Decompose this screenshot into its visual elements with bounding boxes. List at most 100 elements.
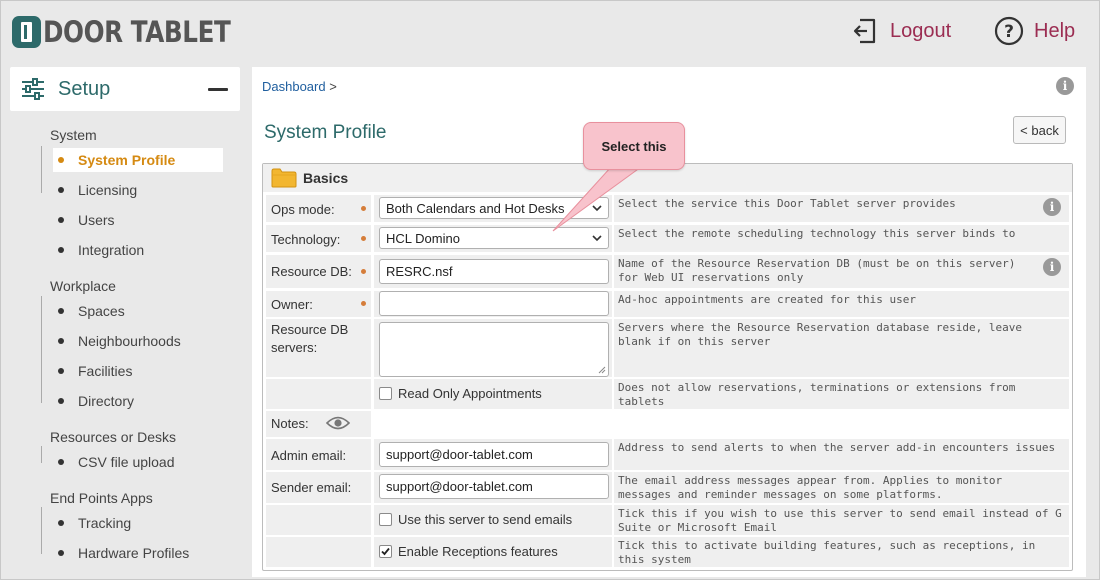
sender-email-desc: The email address messages appear from. …: [614, 472, 1069, 503]
ops-mode-label-text: Ops mode:: [271, 202, 335, 217]
resource-db-row: Resource DB: RESRC.nsf Name of the Resou…: [266, 255, 1069, 288]
receptions-row: Enable Receptions features Tick this to …: [266, 537, 1069, 567]
sidebar-item-system-profile[interactable]: System Profile: [53, 148, 223, 172]
sidebar-item-tracking[interactable]: Tracking: [53, 511, 131, 535]
page-title: System Profile: [264, 122, 387, 143]
folder-icon: [271, 168, 297, 188]
send-emails-desc: Tick this if you wish to use this server…: [614, 505, 1069, 535]
admin-email-label: Admin email:: [266, 439, 371, 470]
resource-db-servers-row: Resource DB servers: Servers where the R…: [266, 319, 1069, 377]
back-button[interactable]: < back: [1013, 116, 1066, 144]
bullet-icon: [58, 187, 64, 193]
technology-select[interactable]: HCL Domino: [379, 227, 609, 249]
sidebar-item-label: System Profile: [78, 152, 176, 168]
owner-row: Owner: Ad-hoc appointments are created f…: [266, 291, 1069, 317]
sidebar-item-directory[interactable]: Directory: [53, 389, 134, 413]
send-emails-checkbox[interactable]: Use this server to send emails: [379, 512, 572, 527]
ops-mode-row: Ops mode: Both Calendars and Hot Desks S…: [266, 195, 1069, 222]
chevron-down-icon: [592, 235, 602, 242]
receptions-checkbox-label: Enable Receptions features: [398, 544, 558, 559]
resource-db-label-text: Resource DB:: [271, 264, 352, 279]
owner-desc: Ad-hoc appointments are created for this…: [614, 291, 1069, 317]
ops-mode-select[interactable]: Both Calendars and Hot Desks: [379, 197, 609, 219]
sidebar-item-facilities[interactable]: Facilities: [53, 359, 132, 383]
ops-mode-cell: Both Calendars and Hot Desks: [374, 195, 612, 222]
setup-panel-header[interactable]: Setup: [10, 67, 240, 111]
technology-desc-text: Select the remote scheduling technology …: [618, 227, 1016, 240]
read-only-label-cell: [266, 379, 371, 409]
owner-desc-text: Ad-hoc appointments are created for this…: [618, 293, 917, 306]
section-system: System: [50, 127, 97, 143]
bullet-icon: [58, 459, 64, 465]
send-emails-row: Use this server to send emails Tick this…: [266, 505, 1069, 535]
help-label: Help: [1034, 19, 1076, 42]
admin-email-desc: Address to send alerts to when the serve…: [614, 439, 1069, 470]
bullet-icon: [58, 217, 64, 223]
resource-db-label: Resource DB:: [266, 255, 371, 288]
sidebar-item-neighbourhoods[interactable]: Neighbourhoods: [53, 329, 181, 353]
sender-email-input[interactable]: support@door-tablet.com: [379, 474, 609, 499]
technology-value: HCL Domino: [386, 230, 460, 246]
door-tablet-logo[interactable]: DOOR TABLET: [12, 15, 263, 49]
sidebar-item-hardware-profiles[interactable]: Hardware Profiles: [53, 541, 189, 565]
notes-label-cell: Notes:: [266, 411, 371, 437]
required-dot: [361, 236, 366, 241]
owner-label-text: Owner:: [271, 297, 313, 312]
admin-email-label-text: Admin email:: [271, 448, 347, 463]
basics-title: Basics: [303, 170, 349, 186]
logout-link[interactable]: Logout: [850, 15, 951, 47]
read-only-checkbox[interactable]: Read Only Appointments: [379, 386, 542, 401]
technology-label-text: Technology:: [271, 232, 341, 247]
breadcrumb-separator: >: [329, 79, 337, 94]
sidebar-item-users[interactable]: Users: [53, 208, 115, 232]
sidebar-item-spaces[interactable]: Spaces: [53, 299, 125, 323]
sidebar-item-label: Integration: [78, 242, 145, 258]
sidebar-item-label: Hardware Profiles: [78, 545, 190, 561]
help-icon: ?: [994, 16, 1024, 46]
sidebar-item-integration[interactable]: Integration: [53, 238, 144, 262]
resource-db-info-icon[interactable]: i: [1043, 258, 1061, 276]
notes-label: Notes:: [271, 416, 309, 431]
help-link[interactable]: ? Help: [994, 15, 1075, 47]
admin-email-input[interactable]: support@door-tablet.com: [379, 442, 609, 467]
sender-email-label-text: Sender email:: [271, 480, 352, 495]
ops-mode-info-icon[interactable]: i: [1043, 198, 1061, 216]
breadcrumb-dashboard-link[interactable]: Dashboard: [262, 79, 326, 94]
owner-cell: [374, 291, 612, 317]
sidebar-item-label: Users: [78, 212, 115, 228]
collapse-icon[interactable]: [208, 88, 228, 91]
resource-db-servers-textarea[interactable]: [379, 322, 609, 377]
sidebar-item-csv-file-upload[interactable]: CSV file upload: [53, 450, 175, 474]
owner-input[interactable]: [379, 291, 609, 316]
resource-db-input[interactable]: RESRC.nsf: [379, 259, 609, 284]
read-only-cell: Read Only Appointments: [374, 379, 612, 409]
sender-email-label: Sender email:: [266, 472, 371, 503]
resize-grip-icon[interactable]: [597, 365, 606, 374]
checkbox-unchecked-icon: [379, 387, 392, 400]
logo-text: DOOR TABLET: [43, 15, 231, 49]
sender-email-desc-text: The email address messages appear from. …: [618, 474, 1003, 501]
send-emails-checkbox-label: Use this server to send emails: [398, 512, 573, 527]
send-emails-label-cell: [266, 505, 371, 535]
technology-label: Technology:: [266, 225, 371, 252]
sidebar-item-label: Spaces: [78, 303, 125, 319]
chevron-down-icon: [592, 205, 602, 212]
resource-db-desc-text: Name of the Resource Reservation DB (mus…: [618, 257, 1016, 284]
resource-db-desc: Name of the Resource Reservation DB (mus…: [614, 255, 1069, 288]
technology-cell: HCL Domino: [374, 225, 612, 252]
resource-db-servers-label-text: Resource DB servers:: [271, 322, 349, 355]
ops-mode-desc-text: Select the service this Door Tablet serv…: [618, 197, 956, 210]
sliders-icon: [20, 77, 46, 101]
send-emails-desc-text: Tick this if you wish to use this server…: [618, 507, 1062, 534]
sidebar-item-label: Licensing: [78, 182, 138, 198]
page-info-icon[interactable]: i: [1056, 77, 1074, 95]
receptions-checkbox[interactable]: Enable Receptions features: [379, 544, 558, 559]
resource-db-servers-desc: Servers where the Resource Reservation d…: [614, 319, 1069, 377]
required-dot: [361, 301, 366, 306]
sidebar-item-licensing[interactable]: Licensing: [53, 178, 137, 202]
bullet-icon: [58, 338, 64, 344]
eye-icon[interactable]: [325, 415, 351, 434]
logo-door-icon: [12, 16, 41, 48]
tree-line: [41, 296, 42, 403]
bullet-icon: [58, 550, 64, 556]
